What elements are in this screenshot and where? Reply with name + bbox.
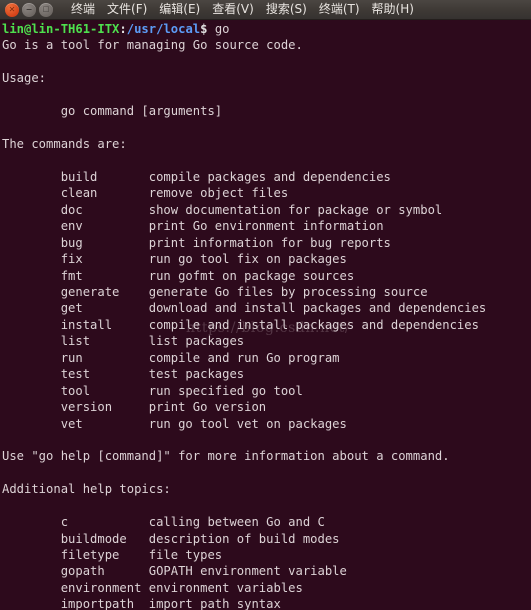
output-commands-label: The commands are: [2,137,127,152]
topic-row: environment environment variables [2,580,303,595]
window-titlebar: ✕ − □ 终端 文件(F) 编辑(E) 查看(V) 搜索(S) 终端(T) 帮… [0,0,531,20]
close-icon: ✕ [8,4,16,14]
command-row: list list packages [2,334,245,349]
close-window-button[interactable]: ✕ [5,2,19,17]
command-row: version print Go version [2,400,267,415]
topic-row: gopath GOPATH environment variable [2,564,347,579]
command-row: get download and install packages and de… [2,301,487,316]
command-row: run compile and run Go program [2,350,340,365]
topic-row: importpath import path syntax [2,597,281,610]
output-help-command-hint: Use "go help [command]" for more informa… [2,449,450,464]
command-row: install compile and install packages and… [2,317,479,332]
command-row: doc show documentation for package or sy… [2,202,443,217]
blank [2,120,531,136]
blank [2,465,531,481]
menu-bar: 终端 文件(F) 编辑(E) 查看(V) 搜索(S) 终端(T) 帮助(H) [65,1,420,18]
prompt-separator: : [119,22,127,36]
blank [2,498,531,514]
command-row: vet run go tool vet on packages [2,416,347,431]
command-row: build compile packages and dependencies [2,169,391,184]
maximize-icon: □ [42,5,50,13]
command-row: clean remove object files [2,186,289,201]
terminal-window: ✕ − □ 终端 文件(F) 编辑(E) 查看(V) 搜索(S) 终端(T) 帮… [0,0,531,610]
output-intro: Go is a tool for managing Go source code… [2,38,303,53]
command-row: fmt run gofmt on package sources [2,268,355,283]
prompt-dollar: $ [200,22,215,36]
menu-item-edit[interactable]: 编辑(E) [153,1,206,18]
minimize-icon: − [25,4,33,14]
topic-row: c calling between Go and C [2,515,325,530]
command-row: test test packages [2,367,245,382]
menu-item-search[interactable]: 搜索(S) [260,1,313,18]
command-row: bug print information for bug reports [2,235,391,250]
blank [2,54,531,70]
blank [2,87,531,103]
typed-command: go [214,22,230,36]
command-row: fix run go tool fix on packages [2,252,347,267]
output-usage-label: Usage: [2,71,47,86]
maximize-window-button[interactable]: □ [39,2,53,17]
prompt-line-go: lin@lin-TH61-ITX:/usr/local$ go [2,21,531,37]
prompt-path: /usr/local [126,22,201,36]
terminal-output: lin@lin-TH61-ITX:/usr/local$ go Go is a t… [2,21,531,610]
menu-item-terminal-title[interactable]: 终端 [65,1,101,18]
window-controls: ✕ − □ [5,2,53,17]
menu-item-help[interactable]: 帮助(H) [366,1,420,18]
blank [2,432,531,448]
minimize-window-button[interactable]: − [22,2,36,17]
menu-item-view[interactable]: 查看(V) [206,1,260,18]
command-row: tool run specified go tool [2,383,303,398]
menu-item-file[interactable]: 文件(F) [101,1,153,18]
output-usage-line: go command [arguments] [2,104,223,119]
menu-item-terminal[interactable]: 终端(T) [313,1,366,18]
command-row: env print Go environment information [2,219,384,234]
topic-row: filetype file types [2,548,223,562]
command-row: generate generate Go files by processing… [2,285,428,299]
topic-row: buildmode description of build modes [2,531,340,546]
prompt-user: lin@lin-TH61-ITX [2,22,120,36]
output-topics-label: Additional help topics: [2,482,171,497]
blank [2,153,531,169]
terminal-screen[interactable]: lin@lin-TH61-ITX:/usr/local$ go Go is a t… [0,20,531,610]
